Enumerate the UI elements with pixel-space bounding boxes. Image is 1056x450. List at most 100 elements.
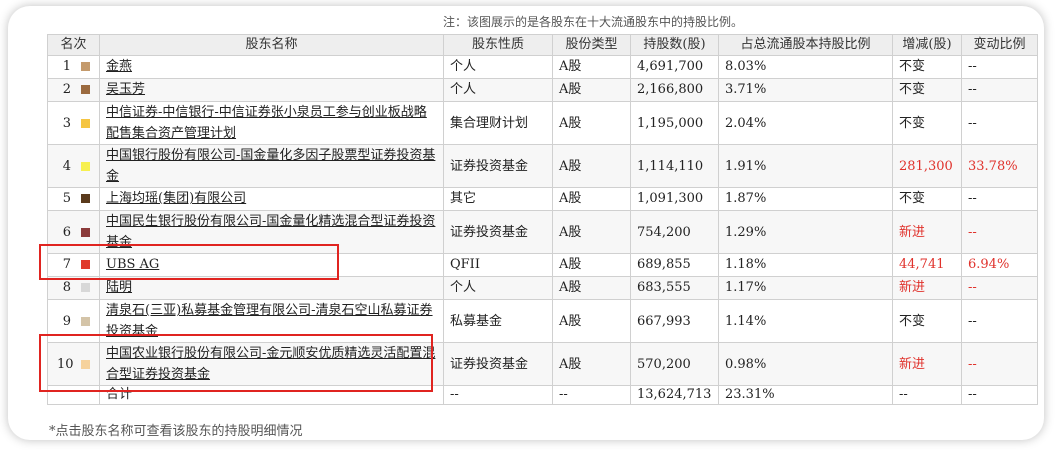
holding-ratio-cell: 1.17%: [718, 276, 893, 300]
rank-cell: 4: [47, 144, 100, 188]
holder-nature-cell: 其它: [443, 187, 553, 211]
share-type-cell: A股: [552, 78, 631, 102]
holder-name-link[interactable]: 中国银行股份有限公司-国金量化多因子股票型证券投资基金: [106, 148, 435, 184]
change-cell: 不变: [892, 55, 962, 79]
change-cell: 不变: [892, 101, 962, 145]
share-type-cell: A股: [552, 144, 631, 188]
rank-cell: 6: [47, 210, 100, 254]
holder-name-link[interactable]: 清泉石(三亚)私募基金管理有限公司-清泉石空山私募证券投资基金: [106, 303, 433, 339]
holder-name-link[interactable]: UBS AG: [106, 257, 159, 272]
total-change: --: [892, 385, 962, 405]
table-header-row: 名次 股东名称 股东性质 股份类型 持股数(股) 占总流通股本持股比例 增减(股…: [47, 34, 1038, 56]
holder-name-cell: 中国民生银行股份有限公司-国金量化精选混合型证券投资基金: [99, 210, 444, 254]
shares-held-cell: 689,855: [630, 253, 719, 277]
holder-nature-cell: QFII: [443, 253, 553, 277]
holder-nature-cell: 私募基金: [443, 299, 553, 343]
holder-name-cell: UBS AG: [99, 253, 444, 277]
rank-number: 1: [62, 59, 71, 74]
top-ten-holders-table: 名次 股东名称 股东性质 股份类型 持股数(股) 占总流通股本持股比例 增减(股…: [47, 34, 1038, 405]
table-row: 4 中国银行股份有限公司-国金量化多因子股票型证券投资基金 证券投资基金 A股 1,11…: [47, 144, 1038, 188]
table-row: 8 陆明 个人 A股 683,555 1.17% 新进 --: [47, 276, 1038, 300]
legend-swatch: [81, 359, 90, 369]
holding-ratio-cell: 1.91%: [718, 144, 893, 188]
rank-cell: 5: [47, 187, 100, 211]
share-type-cell: A股: [552, 342, 631, 386]
shares-held-cell: 2,166,800: [630, 78, 719, 102]
change-cell: 新进: [892, 210, 962, 254]
holder-nature-cell: 证券投资基金: [443, 342, 553, 386]
change-cell: 不变: [892, 187, 962, 211]
holder-name-link[interactable]: 中国农业银行股份有限公司-金元顺安优质精选灵活配置混合型证券投资基金: [106, 346, 435, 382]
holder-name-link[interactable]: 中国民生银行股份有限公司-国金量化精选混合型证券投资基金: [106, 214, 435, 250]
rank-number: 6: [62, 224, 71, 240]
holder-nature-cell: 集合理财计划: [443, 101, 553, 145]
change-cell: 不变: [892, 78, 962, 102]
legend-swatch: [81, 62, 90, 71]
change-cell: 281,300: [892, 144, 962, 188]
holder-name-cell: 上海均瑶(集团)有限公司: [99, 187, 444, 211]
table-row: 6 中国民生银行股份有限公司-国金量化精选混合型证券投资基金 证券投资基金 A股 754…: [47, 210, 1038, 254]
header-name: 股东名称: [99, 34, 444, 56]
change-ratio-cell: --: [961, 342, 1038, 386]
table-row: 5 上海均瑶(集团)有限公司 其它 A股 1,091,300 1.87% 不变 --: [47, 187, 1038, 211]
holder-name-cell: 中信证券-中信银行-中信证券张小泉员工参与创业板战略配售集合资产管理计划: [99, 101, 444, 145]
rank-number: 9: [62, 313, 71, 329]
holder-nature-cell: 个人: [443, 55, 553, 79]
header-shares: 持股数(股): [630, 34, 719, 56]
holding-ratio-cell: 8.03%: [718, 55, 893, 79]
footnote: *点击股东名称可查看该股东的持股明细情况: [49, 424, 303, 439]
legend-swatch: [81, 283, 90, 292]
holder-name-link[interactable]: 上海均瑶(集团)有限公司: [106, 191, 246, 206]
holder-nature-cell: 证券投资基金: [443, 144, 553, 188]
holder-name-link[interactable]: 金燕: [106, 59, 132, 74]
change-ratio-cell: --: [961, 78, 1038, 102]
holder-nature-cell: 个人: [443, 276, 553, 300]
change-ratio-cell: --: [961, 101, 1038, 145]
table-row: 7 UBS AG QFII A股 689,855 1.18% 44,741 6.94%: [47, 253, 1038, 277]
rank-cell: 7: [47, 253, 100, 277]
shares-held-cell: 4,691,700: [630, 55, 719, 79]
share-type-cell: A股: [552, 101, 631, 145]
total-change-ratio: --: [961, 385, 1038, 405]
holder-name-link[interactable]: 陆明: [106, 280, 132, 295]
change-ratio-cell: --: [961, 299, 1038, 343]
shares-held-cell: 683,555: [630, 276, 719, 300]
holding-ratio-cell: 1.87%: [718, 187, 893, 211]
holder-nature-cell: 个人: [443, 78, 553, 102]
table-row: 10 中国农业银行股份有限公司-金元顺安优质精选灵活配置混合型证券投资基金 证券投资…: [47, 342, 1038, 386]
shares-held-cell: 667,993: [630, 299, 719, 343]
header-change: 增减(股): [892, 34, 962, 56]
change-ratio-cell: --: [961, 276, 1038, 300]
total-nature: --: [443, 385, 553, 405]
share-type-cell: A股: [552, 276, 631, 300]
holding-ratio-cell: 3.71%: [718, 78, 893, 102]
holder-name-link[interactable]: 吴玉芳: [106, 82, 145, 97]
rank-number: 7: [62, 257, 71, 272]
rank-number: 5: [62, 191, 71, 206]
rank-cell: 9: [47, 299, 100, 343]
legend-swatch: [81, 118, 90, 128]
holding-ratio-cell: 1.14%: [718, 299, 893, 343]
total-rank-cell: [47, 385, 100, 405]
holder-name-cell: 陆明: [99, 276, 444, 300]
holder-name-cell: 中国农业银行股份有限公司-金元顺安优质精选灵活配置混合型证券投资基金: [99, 342, 444, 386]
header-ratio: 占总流通股本持股比例: [718, 34, 893, 56]
header-rank: 名次: [47, 34, 100, 56]
share-type-cell: A股: [552, 55, 631, 79]
total-row: 合计 -- -- 13,624,713 23.31% -- --: [47, 385, 1038, 405]
holder-name-cell: 清泉石(三亚)私募基金管理有限公司-清泉石空山私募证券投资基金: [99, 299, 444, 343]
chart-note: 注：该图展示的是各股东在十大流通股东中的持股比例。: [443, 15, 744, 29]
holder-nature-cell: 证券投资基金: [443, 210, 553, 254]
rank-cell: 3: [47, 101, 100, 145]
header-change-ratio: 变动比例: [961, 34, 1038, 56]
rank-cell: 1: [47, 55, 100, 79]
change-ratio-cell: --: [961, 55, 1038, 79]
holder-name-link[interactable]: 中信证券-中信银行-中信证券张小泉员工参与创业板战略配售集合资产管理计划: [106, 105, 427, 141]
holders-panel: 注：该图展示的是各股东在十大流通股东中的持股比例。 名次 股东名称 股东性质 股…: [8, 6, 1044, 440]
shares-held-cell: 754,200: [630, 210, 719, 254]
share-type-cell: A股: [552, 187, 631, 211]
rank-number: 3: [62, 115, 71, 131]
table-row: 2 吴玉芳 个人 A股 2,166,800 3.71% 不变 --: [47, 78, 1038, 102]
change-ratio-cell: 33.78%: [961, 144, 1038, 188]
share-type-cell: A股: [552, 299, 631, 343]
